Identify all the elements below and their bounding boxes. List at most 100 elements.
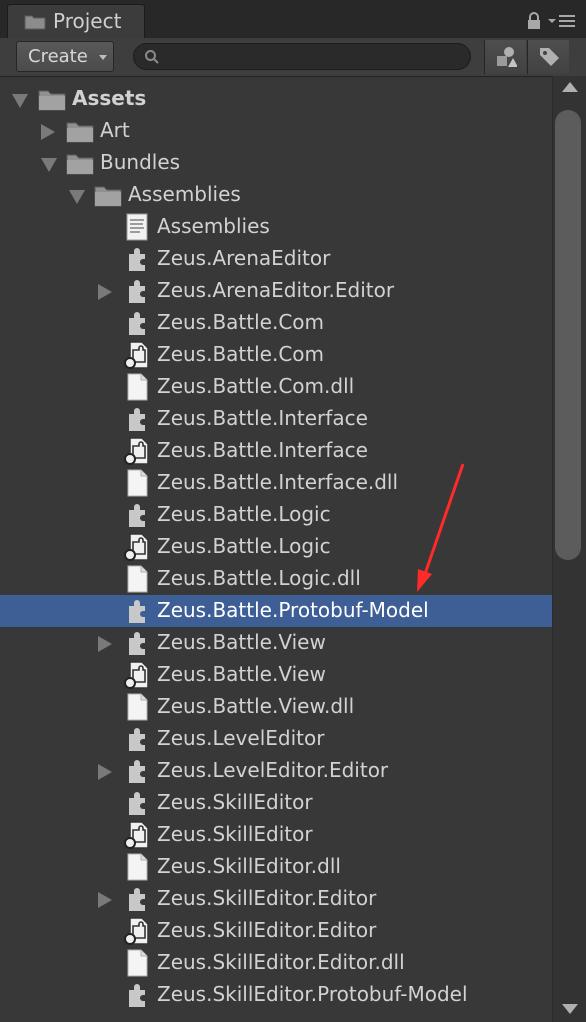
collapsed-arrow-icon[interactable] bbox=[98, 764, 112, 780]
folder-icon bbox=[66, 117, 94, 145]
tree-item-label: Zeus.Battle.Com.dll bbox=[157, 374, 355, 398]
tree-item-row[interactable]: Zeus.Battle.Protobuf-Model bbox=[0, 595, 552, 627]
assembly-definition-icon bbox=[123, 533, 151, 561]
vertical-scrollbar[interactable] bbox=[552, 76, 586, 1022]
tree-item-label: Zeus.Battle.Interface.dll bbox=[157, 470, 399, 494]
expanded-arrow-icon[interactable] bbox=[69, 190, 85, 204]
scroll-up-icon[interactable] bbox=[562, 82, 578, 92]
tree-item-row[interactable]: Zeus.Battle.Logic.dll bbox=[0, 563, 552, 595]
assembly-definition-icon bbox=[123, 661, 151, 689]
tree-item-label: Zeus.Battle.Com bbox=[157, 342, 325, 366]
panel-menu-icon[interactable] bbox=[547, 14, 577, 28]
assembly-icon bbox=[123, 405, 151, 433]
tree-item-label: Zeus.LevelEditor bbox=[157, 726, 325, 750]
search-input[interactable] bbox=[168, 46, 458, 66]
collapsed-arrow-icon[interactable] bbox=[41, 124, 55, 140]
create-dropdown-button[interactable]: Create bbox=[16, 41, 114, 72]
assembly-icon bbox=[123, 629, 151, 657]
tree-item-row[interactable]: Zeus.Battle.View bbox=[0, 627, 552, 659]
search-field[interactable] bbox=[133, 43, 471, 70]
tree-item-label: Assets bbox=[72, 86, 147, 110]
scroll-down-icon[interactable] bbox=[562, 1004, 578, 1014]
search-icon bbox=[145, 50, 159, 64]
expanded-arrow-icon[interactable] bbox=[41, 158, 57, 172]
tree-item-row[interactable]: Zeus.Battle.View bbox=[0, 659, 552, 691]
panel-tab-bar: Project bbox=[0, 0, 586, 38]
tree-folder-row[interactable]: Assets bbox=[0, 83, 552, 115]
tab-project[interactable]: Project bbox=[7, 4, 145, 38]
tree-item-row[interactable]: Zeus.Battle.Interface bbox=[0, 435, 552, 467]
assembly-icon bbox=[123, 501, 151, 529]
tree-item-label: Zeus.Battle.Logic bbox=[157, 502, 331, 526]
folder-icon bbox=[94, 181, 122, 209]
tree-item-row[interactable]: Zeus.Battle.Interface bbox=[0, 403, 552, 435]
tree-item-label: Zeus.SkillEditor.Editor bbox=[157, 918, 377, 942]
tree-item-row[interactable]: Zeus.SkillEditor.Editor.dll bbox=[0, 947, 552, 979]
tree-item-label: Zeus.ArenaEditor bbox=[157, 246, 331, 270]
tree-item-row[interactable]: Zeus.SkillEditor bbox=[0, 787, 552, 819]
tree-item-label: Zeus.Battle.Com bbox=[157, 310, 325, 334]
tree-item-row[interactable]: Zeus.Battle.Com bbox=[0, 339, 552, 371]
filter-by-label-button[interactable] bbox=[527, 40, 569, 74]
assembly-icon bbox=[123, 885, 151, 913]
tree-item-row[interactable]: Zeus.LevelEditor bbox=[0, 723, 552, 755]
tree-item-label: Zeus.Battle.View bbox=[157, 630, 326, 654]
tree-item-label: Zeus.LevelEditor.Editor bbox=[157, 758, 389, 782]
file-icon bbox=[123, 949, 151, 977]
tree-item-row[interactable]: Zeus.ArenaEditor.Editor bbox=[0, 275, 552, 307]
assembly-icon bbox=[123, 245, 151, 273]
assembly-icon bbox=[123, 981, 151, 1009]
tree-item-label: Zeus.ArenaEditor.Editor bbox=[157, 278, 395, 302]
file-icon bbox=[123, 373, 151, 401]
tree-folder-row[interactable]: Assemblies bbox=[0, 179, 552, 211]
assembly-icon bbox=[123, 597, 151, 625]
expanded-arrow-icon[interactable] bbox=[12, 94, 28, 108]
tree-item-row[interactable]: Zeus.SkillEditor bbox=[0, 819, 552, 851]
assembly-icon bbox=[123, 725, 151, 753]
assembly-icon bbox=[123, 309, 151, 337]
assembly-definition-icon bbox=[123, 917, 151, 945]
assembly-icon bbox=[123, 757, 151, 785]
tree-item-label: Zeus.Battle.Logic bbox=[157, 534, 331, 558]
tree-item-row[interactable]: Zeus.Battle.Logic bbox=[0, 531, 552, 563]
tree-item-label: Zeus.Battle.View bbox=[157, 662, 326, 686]
tree-item-row[interactable]: Assemblies bbox=[0, 211, 552, 243]
tree-item-row[interactable]: Zeus.SkillEditor.dll bbox=[0, 851, 552, 883]
scrollbar-thumb[interactable] bbox=[555, 110, 581, 560]
collapsed-arrow-icon[interactable] bbox=[98, 284, 112, 300]
tree-item-row[interactable]: Zeus.Battle.Com bbox=[0, 307, 552, 339]
tree-item-label: Zeus.Battle.View.dll bbox=[157, 694, 355, 718]
tree-folder-row[interactable]: Bundles bbox=[0, 147, 552, 179]
tree-item-row[interactable]: Zeus.SkillEditor.Editor bbox=[0, 915, 552, 947]
filter-by-type-button[interactable] bbox=[484, 40, 526, 74]
tree-item-label: Assemblies bbox=[128, 182, 241, 206]
tree-item-row[interactable]: Zeus.LevelEditor.Editor bbox=[0, 755, 552, 787]
tree-item-label: Art bbox=[100, 118, 130, 142]
folder-icon bbox=[66, 149, 94, 177]
text-asset-icon bbox=[123, 213, 151, 241]
file-icon bbox=[123, 565, 151, 593]
tree-item-row[interactable]: Zeus.Battle.Interface.dll bbox=[0, 467, 552, 499]
file-icon bbox=[123, 693, 151, 721]
assembly-definition-icon bbox=[123, 341, 151, 369]
tree-item-label: Zeus.SkillEditor bbox=[157, 822, 313, 846]
create-label: Create bbox=[28, 46, 88, 67]
tree-item-row[interactable]: Zeus.SkillEditor.Editor bbox=[0, 883, 552, 915]
tree-item-row[interactable]: Zeus.Battle.View.dll bbox=[0, 691, 552, 723]
assembly-icon bbox=[123, 277, 151, 305]
tree-item-label: Zeus.SkillEditor bbox=[157, 790, 313, 814]
assembly-icon bbox=[123, 789, 151, 817]
collapsed-arrow-icon[interactable] bbox=[98, 892, 112, 908]
tree-item-row[interactable]: Zeus.Battle.Logic bbox=[0, 499, 552, 531]
lock-icon[interactable] bbox=[527, 12, 541, 30]
tree-item-row[interactable]: Zeus.Battle.Com.dll bbox=[0, 371, 552, 403]
collapsed-arrow-icon[interactable] bbox=[98, 636, 112, 652]
tree-folder-row[interactable]: Art bbox=[0, 115, 552, 147]
chevron-down-icon bbox=[99, 55, 107, 60]
project-tree[interactable]: Assets Art Bundles Assemblies Assemblies Zeus… bbox=[0, 82, 552, 1022]
tree-item-label: Assemblies bbox=[157, 214, 270, 238]
tree-item-row[interactable]: Zeus.ArenaEditor bbox=[0, 243, 552, 275]
file-icon bbox=[123, 853, 151, 881]
folder-icon bbox=[24, 15, 46, 30]
tree-item-row[interactable]: Zeus.SkillEditor.Protobuf-Model bbox=[0, 979, 552, 1011]
